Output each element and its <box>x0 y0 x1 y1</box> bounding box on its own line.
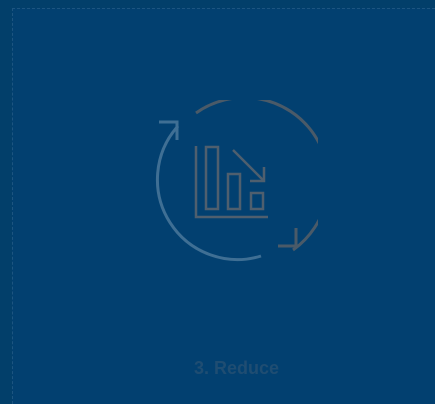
reduce-cycle-chart-icon <box>138 96 330 270</box>
step-label: 3. Reduce <box>193 358 280 378</box>
